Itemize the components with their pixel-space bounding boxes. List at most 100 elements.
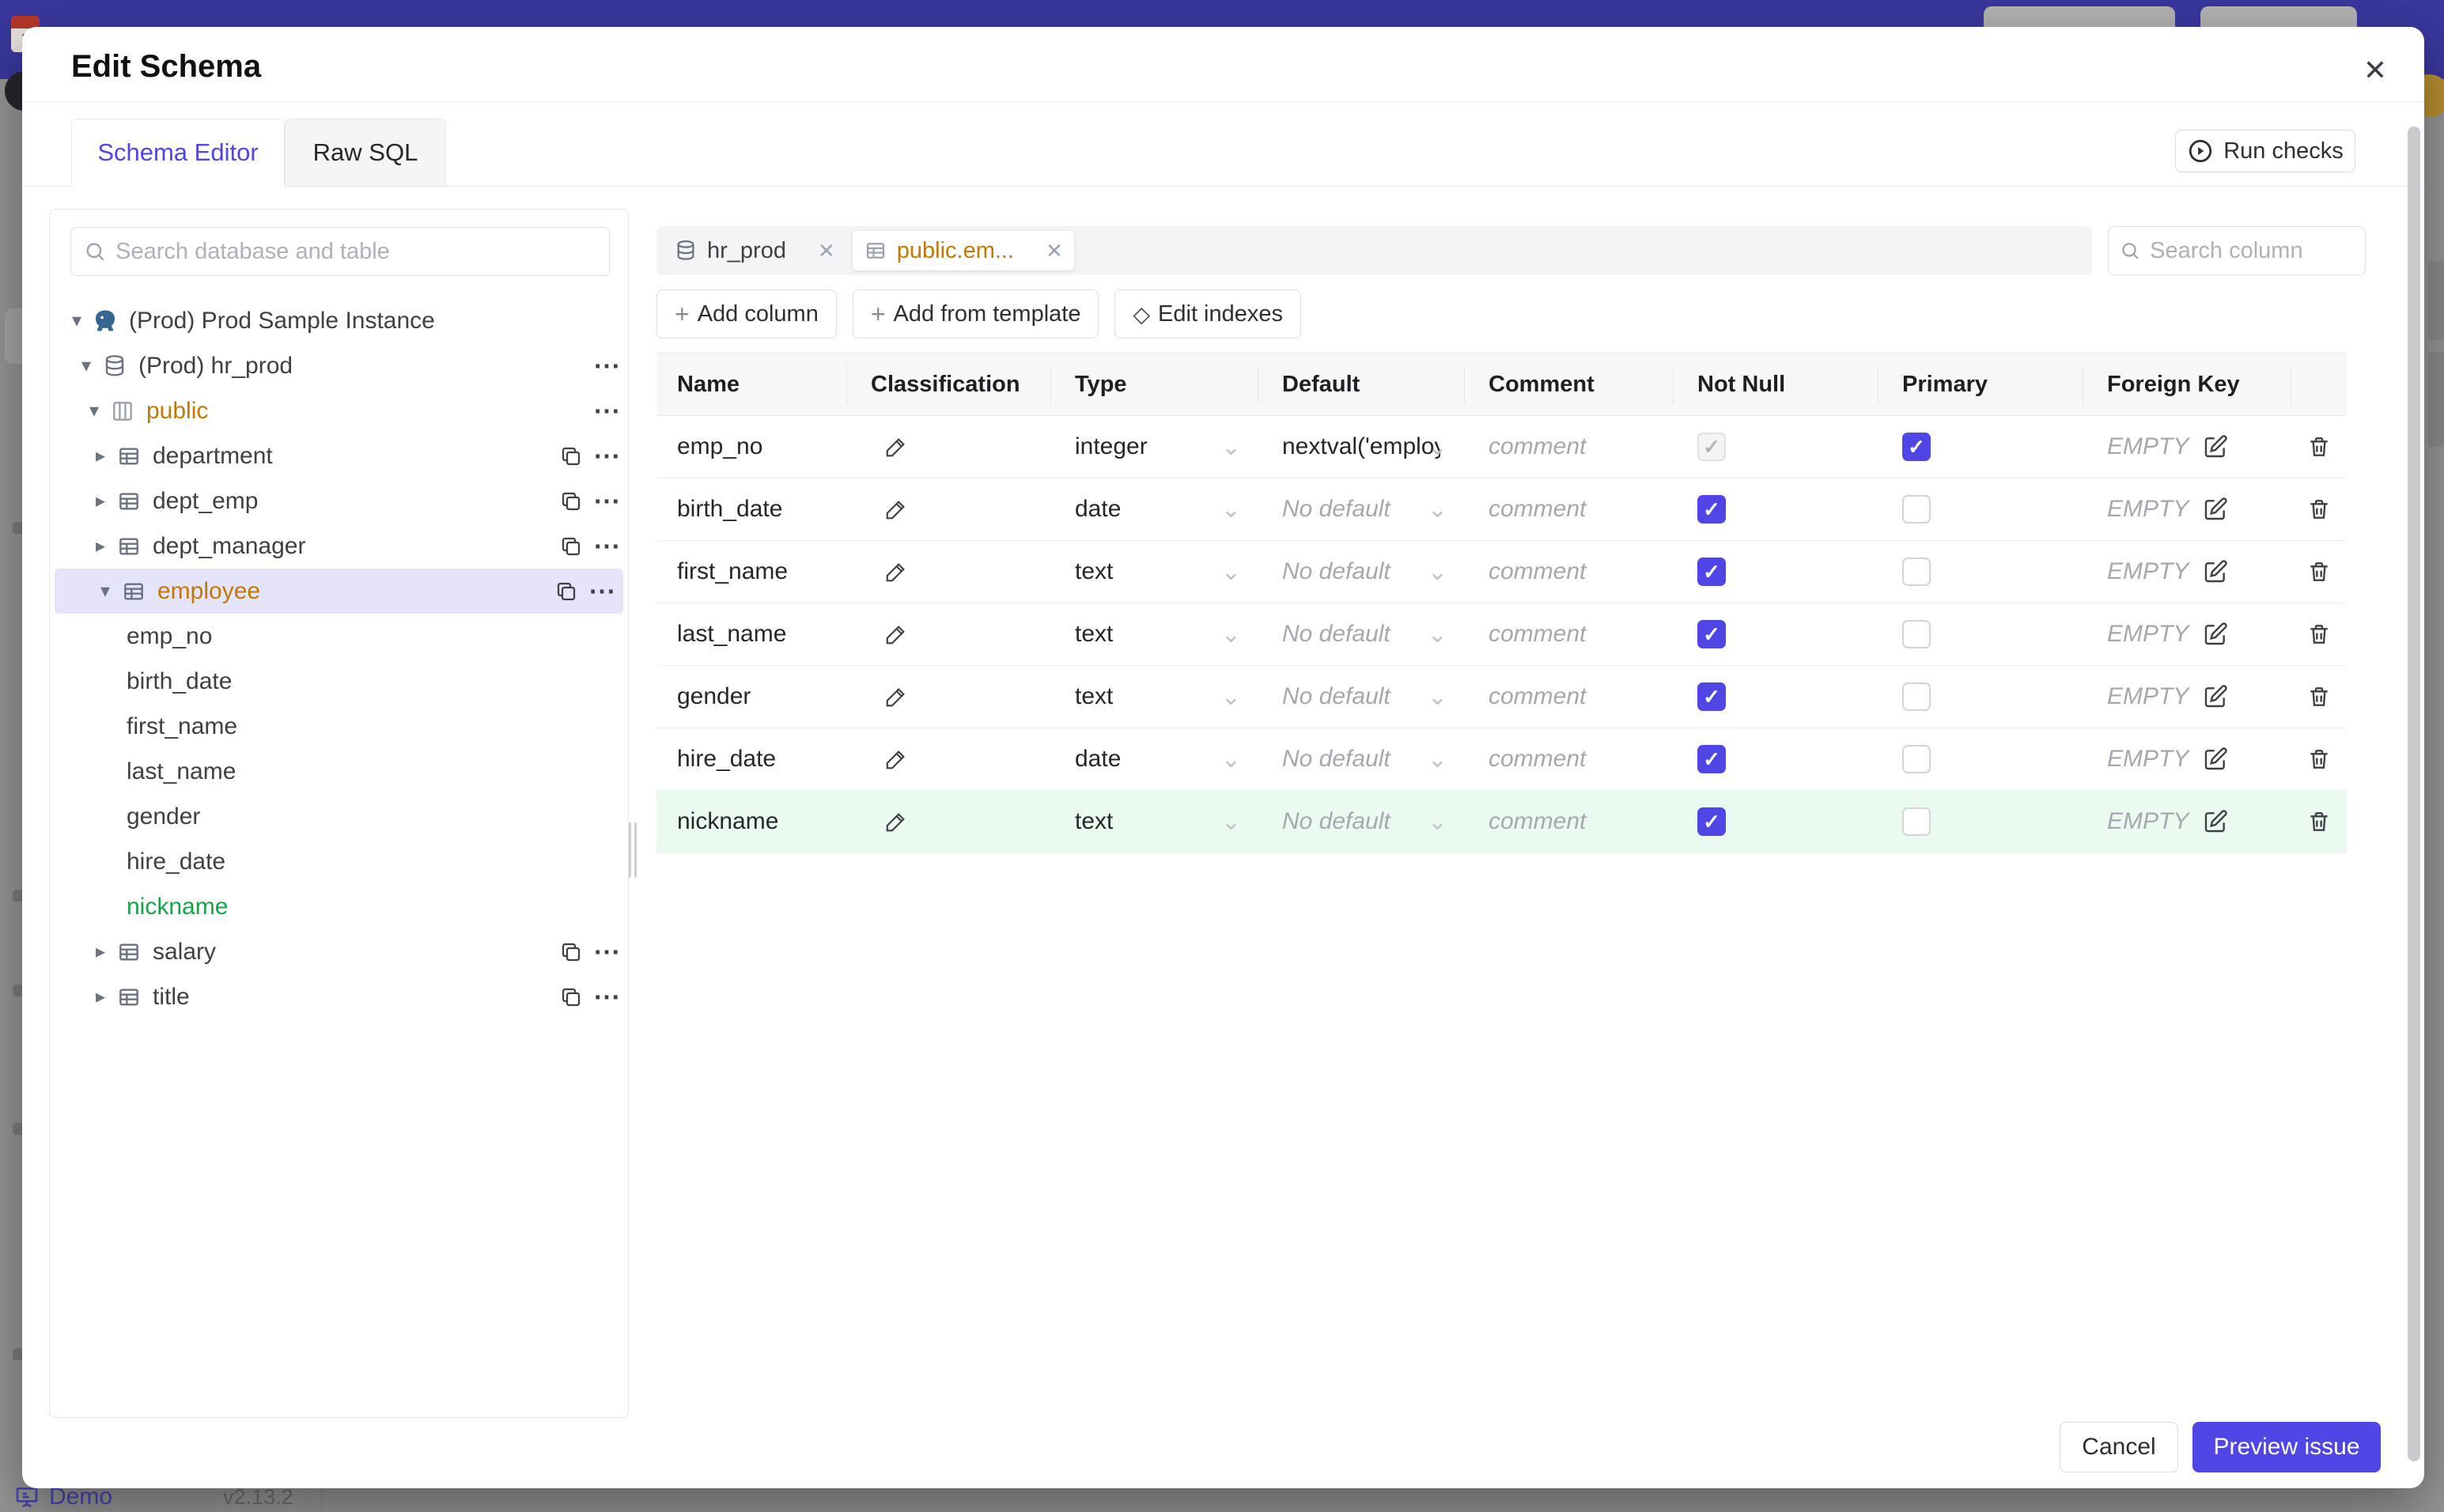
tree-item-table-dept-emp[interactable]: ▸ dept_emp ⋯: [50, 478, 628, 524]
column-name[interactable]: hire_date: [656, 728, 847, 790]
caret-right-icon[interactable]: ▸: [86, 940, 115, 963]
more-actions-icon[interactable]: ⋯: [587, 576, 619, 607]
not-null-checkbox[interactable]: ✓: [1697, 620, 1726, 648]
copy-icon[interactable]: [555, 531, 587, 562]
tab-raw-sql[interactable]: Raw SQL: [285, 119, 446, 187]
classification-cell[interactable]: [847, 728, 1051, 790]
primary-checkbox[interactable]: ✓: [1902, 807, 1931, 836]
copy-icon[interactable]: [555, 981, 587, 1013]
type-select[interactable]: date ⌄: [1051, 478, 1258, 540]
not-null-checkbox[interactable]: ✓: [1697, 807, 1726, 836]
type-select[interactable]: integer ⌄: [1051, 416, 1258, 478]
column-name[interactable]: birth_date: [656, 478, 847, 540]
tree-item-instance[interactable]: ▾ (Prod) Prod Sample Instance: [50, 298, 628, 343]
pencil-icon[interactable]: [871, 810, 908, 833]
edit-foreign-key-icon[interactable]: [2200, 743, 2231, 775]
add-column-button[interactable]: + Add column: [656, 289, 837, 338]
default-select[interactable]: No default ⌄: [1258, 603, 1465, 665]
preview-issue-button[interactable]: Preview issue: [2192, 1422, 2381, 1472]
panel-resize-handle[interactable]: [629, 822, 637, 878]
tree-item-table-department[interactable]: ▸ department ⋯: [50, 433, 628, 478]
tree-item-table-employee[interactable]: ▾ employee ⋯: [55, 569, 623, 614]
comment-input[interactable]: comment: [1465, 541, 1674, 603]
more-actions-icon[interactable]: ⋯: [592, 440, 623, 472]
caret-down-icon[interactable]: ▾: [91, 580, 119, 603]
delete-column-icon[interactable]: [2303, 806, 2335, 837]
caret-right-icon[interactable]: ▸: [86, 490, 115, 512]
tree-item-column-hire-date[interactable]: hire_date: [50, 839, 628, 884]
default-select[interactable]: No default ⌄: [1258, 541, 1465, 603]
classification-cell[interactable]: [847, 666, 1051, 728]
close-icon[interactable]: ✕: [2357, 52, 2393, 89]
column-name[interactable]: nickname: [656, 791, 847, 852]
copy-icon[interactable]: [555, 936, 587, 968]
not-null-checkbox[interactable]: ✓: [1697, 682, 1726, 711]
column-name[interactable]: last_name: [656, 603, 847, 665]
more-actions-icon[interactable]: ⋯: [592, 395, 623, 427]
more-actions-icon[interactable]: ⋯: [592, 936, 623, 968]
primary-checkbox[interactable]: ✓: [1902, 433, 1931, 461]
tree-item-column-gender[interactable]: gender: [50, 794, 628, 839]
default-select[interactable]: No default ⌄: [1258, 728, 1465, 790]
classification-cell[interactable]: [847, 541, 1051, 603]
default-select[interactable]: No default ⌄: [1258, 478, 1465, 540]
classification-cell[interactable]: [847, 603, 1051, 665]
classification-cell[interactable]: [847, 416, 1051, 478]
pencil-icon[interactable]: [871, 622, 908, 646]
default-select[interactable]: No default ⌄: [1258, 791, 1465, 852]
more-actions-icon[interactable]: ⋯: [592, 531, 623, 562]
comment-input[interactable]: comment: [1465, 416, 1674, 478]
more-actions-icon[interactable]: ⋯: [592, 350, 623, 382]
pencil-icon[interactable]: [871, 435, 908, 459]
comment-input[interactable]: comment: [1465, 728, 1674, 790]
copy-icon[interactable]: [550, 576, 582, 607]
primary-checkbox[interactable]: ✓: [1902, 495, 1931, 524]
add-from-template-button[interactable]: + Add from template: [852, 289, 1099, 338]
close-tab-icon[interactable]: ✕: [1046, 239, 1063, 263]
type-select[interactable]: date ⌄: [1051, 728, 1258, 790]
type-select[interactable]: text ⌄: [1051, 666, 1258, 728]
comment-input[interactable]: comment: [1465, 603, 1674, 665]
tree-item-schema-public[interactable]: ▾ public ⋯: [50, 388, 628, 433]
tree-item-table-salary[interactable]: ▸ salary ⋯: [50, 929, 628, 974]
caret-down-icon[interactable]: ▾: [62, 309, 91, 332]
primary-checkbox[interactable]: ✓: [1902, 558, 1931, 586]
column-name[interactable]: gender: [656, 666, 847, 728]
tree-item-column-nickname[interactable]: nickname: [50, 884, 628, 929]
pencil-icon[interactable]: [871, 497, 908, 521]
comment-input[interactable]: comment: [1465, 791, 1674, 852]
not-null-checkbox[interactable]: ✓: [1697, 495, 1726, 524]
tree-item-table-title[interactable]: ▸ title ⋯: [50, 974, 628, 1019]
type-select[interactable]: text ⌄: [1051, 603, 1258, 665]
tree-item-column-emp-no[interactable]: emp_no: [50, 614, 628, 659]
copy-icon[interactable]: [555, 486, 587, 517]
copy-icon[interactable]: [555, 440, 587, 472]
not-null-checkbox[interactable]: ✓: [1697, 558, 1726, 586]
caret-down-icon[interactable]: ▾: [80, 399, 108, 422]
delete-column-icon[interactable]: [2303, 681, 2335, 713]
default-select[interactable]: nextval('employ ⌄: [1258, 416, 1465, 478]
tree-item-database-hr-prod[interactable]: ▾ (Prod) hr_prod ⋯: [50, 343, 628, 388]
edit-foreign-key-icon[interactable]: [2200, 681, 2231, 713]
type-select[interactable]: text ⌄: [1051, 791, 1258, 852]
caret-right-icon[interactable]: ▸: [86, 985, 115, 1008]
run-checks-button[interactable]: Run checks: [2175, 130, 2355, 172]
not-null-checkbox[interactable]: ✓: [1697, 745, 1726, 773]
close-tab-icon[interactable]: ✕: [818, 239, 835, 263]
edit-indexes-button[interactable]: ◇ Edit indexes: [1114, 289, 1302, 338]
caret-right-icon[interactable]: ▸: [86, 444, 115, 467]
caret-down-icon[interactable]: ▾: [72, 354, 100, 377]
tree-item-column-birth-date[interactable]: birth_date: [50, 659, 628, 704]
column-search-input[interactable]: [2150, 237, 2354, 264]
modal-scrollbar[interactable]: [2408, 127, 2420, 1461]
caret-right-icon[interactable]: ▸: [86, 535, 115, 558]
classification-cell[interactable]: [847, 791, 1051, 852]
cancel-button[interactable]: Cancel: [2060, 1422, 2178, 1472]
delete-column-icon[interactable]: [2303, 493, 2335, 525]
delete-column-icon[interactable]: [2303, 556, 2335, 588]
comment-input[interactable]: comment: [1465, 478, 1674, 540]
pencil-icon[interactable]: [871, 747, 908, 771]
tab-schema-editor[interactable]: Schema Editor: [71, 119, 285, 187]
tree-item-table-dept-manager[interactable]: ▸ dept_manager ⋯: [50, 524, 628, 569]
tree-search-input[interactable]: [115, 238, 596, 265]
